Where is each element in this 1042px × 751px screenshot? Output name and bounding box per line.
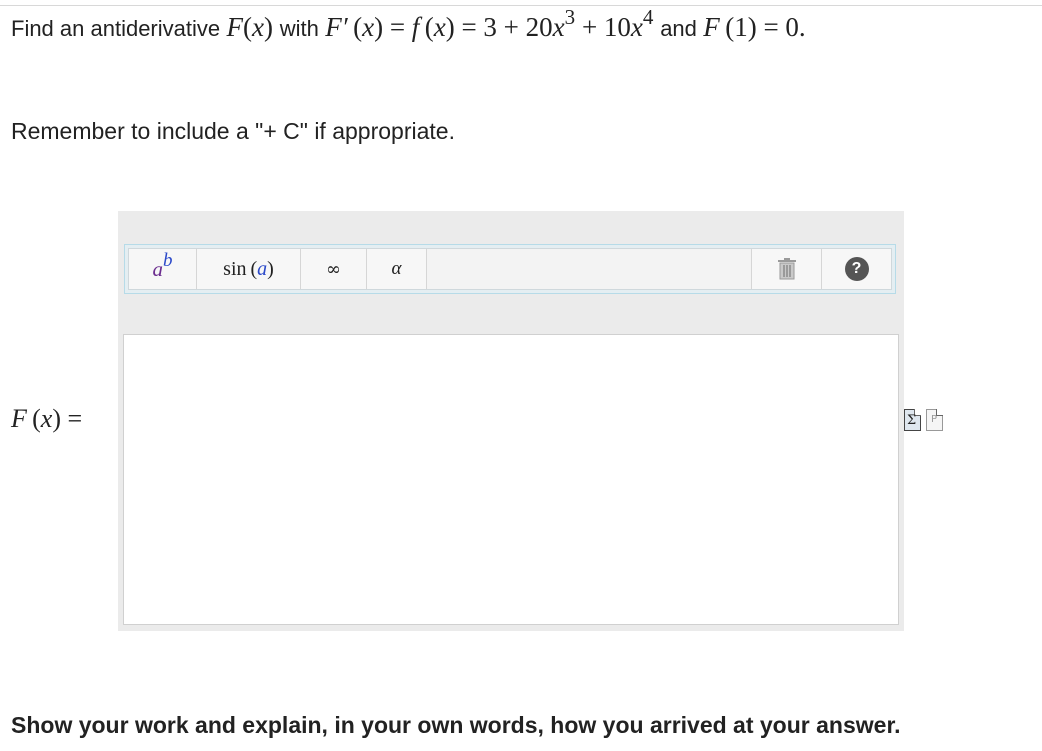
instructions-text: Show your work and explain, in your own … <box>11 712 901 738</box>
label-equals: = <box>67 404 83 433</box>
equals: = <box>389 12 406 42</box>
math-x: x <box>433 12 446 42</box>
trash-icon <box>777 258 796 280</box>
paren-open: ( <box>32 404 41 433</box>
reminder-text: Remember to include a "+ C" if appropria… <box>11 118 455 144</box>
answer-input[interactable] <box>124 335 898 624</box>
clear-button[interactable] <box>751 249 821 289</box>
exponent-4: 4 <box>642 5 654 30</box>
paren-close: ) <box>264 12 273 42</box>
expr-part2: + 10 <box>581 12 631 42</box>
exponent-3: 3 <box>564 5 576 30</box>
paren-open: ( <box>424 12 434 42</box>
paren-open: ( <box>243 12 253 42</box>
infinity-button[interactable]: ∞ <box>301 249 367 289</box>
page-glyph: P <box>931 414 938 425</box>
math-Fprime: F′ <box>325 12 348 42</box>
paren-close: ) <box>52 404 61 433</box>
expr-part1: = 3 + 20 <box>461 12 553 42</box>
infinity-icon: ∞ <box>326 258 341 280</box>
help-button[interactable]: ? <box>821 249 891 289</box>
question-text: Find an antiderivative F(x) with F′ (x) … <box>11 5 806 43</box>
math-f: f <box>411 12 420 42</box>
paren-open: ( <box>353 12 363 42</box>
power-icon: ab <box>152 249 173 281</box>
condition-value: = 0. <box>763 12 806 42</box>
math-toolbar: ab sin (a) ∞ α ? <box>124 244 896 294</box>
label-F: F <box>11 404 27 433</box>
paren-close: ) <box>374 12 384 42</box>
math-x: x <box>362 12 375 42</box>
condition-arg: (1) <box>725 12 757 42</box>
label-x: x <box>40 404 53 433</box>
alpha-icon: α <box>391 258 402 279</box>
math-editor: ab sin (a) ∞ α ? <box>118 211 904 631</box>
power-button[interactable]: ab <box>129 249 197 289</box>
question-prefix: Find an antiderivative <box>11 16 221 41</box>
function-button[interactable]: sin (a) <box>197 249 301 289</box>
math-F: F <box>703 12 720 42</box>
math-x: x <box>552 12 565 42</box>
answer-area <box>123 334 899 625</box>
greek-button[interactable]: α <box>367 249 427 289</box>
question-with: with <box>279 16 319 41</box>
question-and: and <box>660 16 697 41</box>
preview-icon[interactable]: P <box>926 409 943 431</box>
equation-editor-icon[interactable]: Σ <box>904 409 921 431</box>
math-x: x <box>630 12 643 42</box>
top-divider <box>0 5 1042 6</box>
math-F: F <box>226 12 244 42</box>
page-fold <box>936 409 943 416</box>
side-icons: Σ P <box>904 409 943 431</box>
sigma-glyph: Σ <box>907 413 917 428</box>
help-icon: ? <box>844 257 869 281</box>
answer-label: F (x) = <box>11 404 82 434</box>
math-x: x <box>252 12 264 42</box>
paren-close: ) <box>445 12 455 42</box>
sin-icon: sin (a) <box>223 257 274 280</box>
